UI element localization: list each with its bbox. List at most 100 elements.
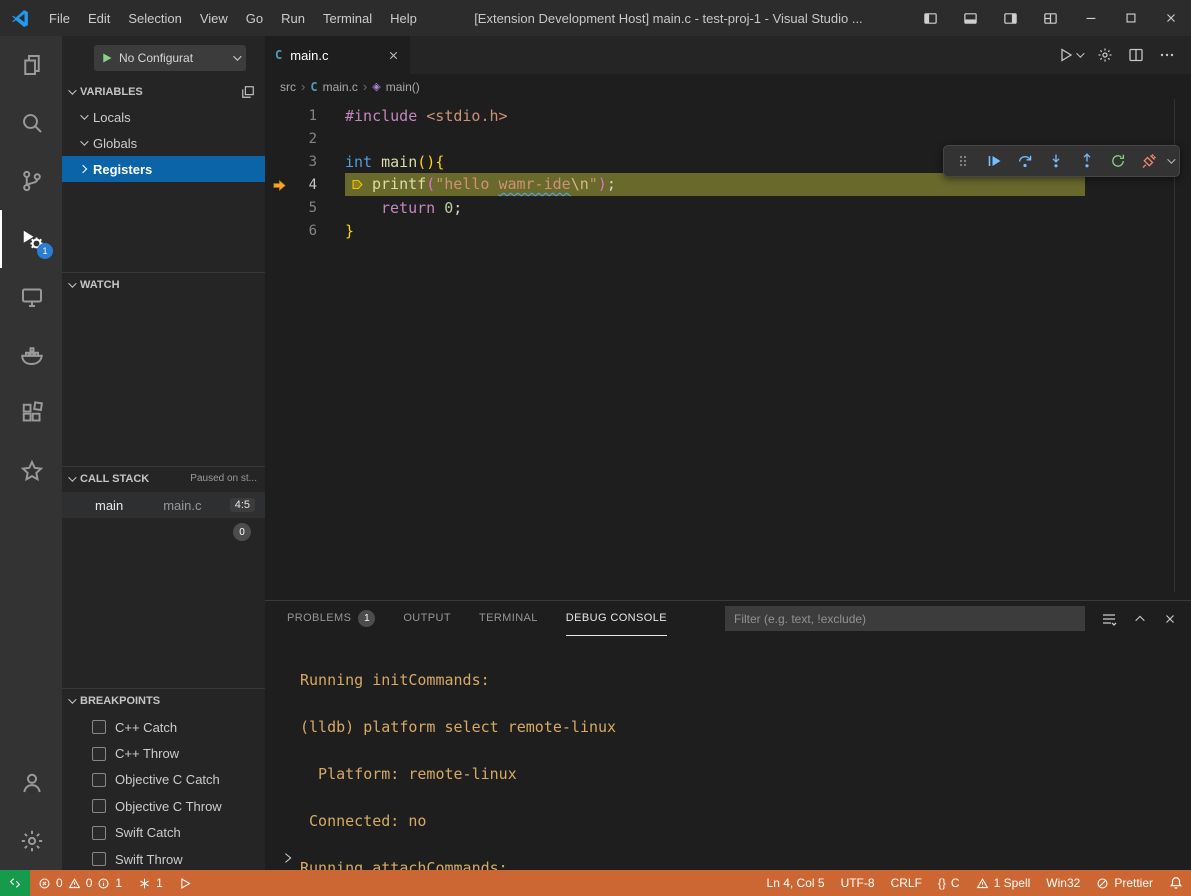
debug-console-output[interactable]: Running initCommands: (lldb) platform se… bbox=[265, 636, 1191, 870]
encoding-status[interactable]: UTF-8 bbox=[833, 870, 883, 896]
console-filter-input[interactable] bbox=[725, 606, 1085, 631]
editor-actions bbox=[1058, 36, 1191, 74]
breakpoints-title: BREAKPOINTS bbox=[80, 695, 160, 707]
disconnect-button[interactable] bbox=[1136, 148, 1162, 174]
token bbox=[372, 153, 381, 171]
console-settings-icon[interactable] bbox=[1101, 611, 1117, 627]
error-icon bbox=[38, 877, 51, 890]
language-mode[interactable]: {} C bbox=[930, 870, 968, 896]
maximize-panel-icon[interactable] bbox=[1133, 612, 1147, 626]
breakpoint-item[interactable]: Swift Throw bbox=[62, 846, 265, 870]
menu-item-selection[interactable]: Selection bbox=[119, 0, 190, 36]
tab-debug-console[interactable]: DEBUG CONSOLE bbox=[566, 602, 667, 636]
spell-checker-status[interactable]: 1 Spell bbox=[968, 870, 1039, 896]
tab-output[interactable]: OUTPUT bbox=[403, 602, 451, 636]
menu-item-file[interactable]: File bbox=[40, 0, 79, 36]
breakpoint-item[interactable]: Objective C Catch bbox=[62, 767, 265, 793]
checkbox[interactable] bbox=[92, 773, 106, 787]
variables-item-registers[interactable]: Registers bbox=[62, 156, 265, 182]
step-over-button[interactable] bbox=[1012, 148, 1038, 174]
breadcrumb-file[interactable]: main.c bbox=[323, 80, 358, 94]
extensions-icon[interactable] bbox=[0, 384, 62, 442]
menu-item-terminal[interactable]: Terminal bbox=[314, 0, 381, 36]
ports-status[interactable]: 1 bbox=[130, 870, 171, 896]
execution-pointer-icon[interactable] bbox=[265, 178, 293, 193]
more-actions-icon[interactable] bbox=[1159, 47, 1175, 63]
start-debug-icon[interactable] bbox=[101, 52, 113, 64]
platform-status[interactable]: Win32 bbox=[1038, 870, 1088, 896]
close-tab-icon[interactable] bbox=[387, 49, 400, 62]
tab-terminal[interactable]: TERMINAL bbox=[479, 602, 538, 636]
breakpoint-label: Swift Throw bbox=[115, 852, 183, 867]
launch-configuration-dropdown[interactable]: No Configurat bbox=[94, 45, 246, 71]
checkbox[interactable] bbox=[92, 852, 106, 866]
chevron-right-icon bbox=[79, 165, 87, 173]
toolbar-drag-handle[interactable] bbox=[950, 148, 976, 174]
menu-item-help[interactable]: Help bbox=[381, 0, 426, 36]
settings-gear-icon[interactable] bbox=[0, 812, 62, 870]
maximize-button[interactable] bbox=[1111, 0, 1151, 36]
editor-settings-gear-icon[interactable] bbox=[1097, 47, 1113, 63]
close-panel-icon[interactable] bbox=[1163, 612, 1177, 626]
source-control-icon[interactable] bbox=[0, 152, 62, 210]
debug-session-dropdown-icon[interactable] bbox=[1167, 155, 1175, 163]
tab-main-c[interactable]: C main.c bbox=[265, 36, 410, 74]
minimize-button[interactable] bbox=[1071, 0, 1111, 36]
collapse-all-icon[interactable] bbox=[241, 85, 255, 99]
breakpoint-item[interactable]: C++ Catch bbox=[62, 714, 265, 740]
search-icon[interactable] bbox=[0, 94, 62, 152]
run-or-debug-button[interactable] bbox=[1058, 47, 1082, 63]
docker-icon[interactable] bbox=[0, 326, 62, 384]
checkbox[interactable] bbox=[92, 720, 106, 734]
remote-indicator[interactable] bbox=[0, 870, 30, 896]
tab-problems[interactable]: PROBLEMS 1 bbox=[287, 602, 375, 636]
checkbox[interactable] bbox=[92, 826, 106, 840]
chevron-down-icon bbox=[80, 137, 88, 145]
menu-item-edit[interactable]: Edit bbox=[79, 0, 119, 36]
breakpoint-item[interactable]: Objective C Throw bbox=[62, 793, 265, 819]
panel-header: PROBLEMS 1 OUTPUT TERMINAL DEBUG CONSOLE bbox=[265, 601, 1191, 636]
step-out-button[interactable] bbox=[1074, 148, 1100, 174]
notifications-status[interactable] bbox=[1161, 870, 1191, 896]
debug-status[interactable] bbox=[171, 870, 200, 896]
customize-layout-icon[interactable] bbox=[1031, 0, 1071, 36]
problems-status[interactable]: 0 0 1 bbox=[30, 870, 130, 896]
close-button[interactable] bbox=[1151, 0, 1191, 36]
debug-console-input[interactable] bbox=[281, 851, 295, 865]
continue-button[interactable] bbox=[981, 148, 1007, 174]
breakpoint-item[interactable]: Swift Catch bbox=[62, 820, 265, 846]
watch-section-header[interactable]: WATCH bbox=[62, 272, 265, 296]
variables-item-locals[interactable]: Locals bbox=[62, 104, 265, 130]
account-icon[interactable] bbox=[0, 754, 62, 812]
toggle-secondary-sidebar-icon[interactable] bbox=[991, 0, 1031, 36]
inline-breakpoint-icon[interactable] bbox=[351, 178, 364, 191]
favorites-star-icon[interactable] bbox=[0, 442, 62, 500]
call-stack-section-header[interactable]: CALL STACK Paused on st... bbox=[62, 466, 265, 490]
breakpoint-item[interactable]: C++ Throw bbox=[62, 740, 265, 766]
formatter-status[interactable]: Prettier bbox=[1088, 870, 1161, 896]
toggle-sidebar-icon[interactable] bbox=[911, 0, 951, 36]
code-editor[interactable]: 1 #include <stdio.h> 2 3 int main(){ 4 p… bbox=[265, 99, 1191, 600]
variables-section-header[interactable]: VARIABLES bbox=[62, 80, 265, 104]
debug-sidebar: No Configurat VARIABLES Locals Globals R… bbox=[62, 36, 265, 870]
split-editor-icon[interactable] bbox=[1128, 47, 1144, 63]
remote-explorer-icon[interactable] bbox=[0, 268, 62, 326]
checkbox[interactable] bbox=[92, 747, 106, 761]
eol-status[interactable]: CRLF bbox=[883, 870, 930, 896]
explorer-icon[interactable] bbox=[0, 36, 62, 94]
restart-button[interactable] bbox=[1105, 148, 1131, 174]
menu-item-view[interactable]: View bbox=[191, 0, 237, 36]
cursor-position[interactable]: Ln 4, Col 5 bbox=[759, 870, 833, 896]
status-bar: 0 0 1 1 Ln 4, Col 5 UTF-8 CRLF {} C 1 Sp… bbox=[0, 870, 1191, 896]
breakpoints-section-header[interactable]: BREAKPOINTS bbox=[62, 688, 265, 712]
breadcrumb-folder[interactable]: src bbox=[280, 80, 296, 94]
menu-item-go[interactable]: Go bbox=[237, 0, 272, 36]
checkbox[interactable] bbox=[92, 799, 106, 813]
variables-item-globals[interactable]: Globals bbox=[62, 130, 265, 156]
toggle-panel-icon[interactable] bbox=[951, 0, 991, 36]
run-and-debug-icon[interactable]: 1 bbox=[0, 210, 62, 268]
breadcrumb-symbol[interactable]: main() bbox=[386, 80, 420, 94]
step-into-button[interactable] bbox=[1043, 148, 1069, 174]
stack-frame-row[interactable]: main main.c 4:5 bbox=[62, 492, 265, 518]
menu-item-run[interactable]: Run bbox=[272, 0, 314, 36]
